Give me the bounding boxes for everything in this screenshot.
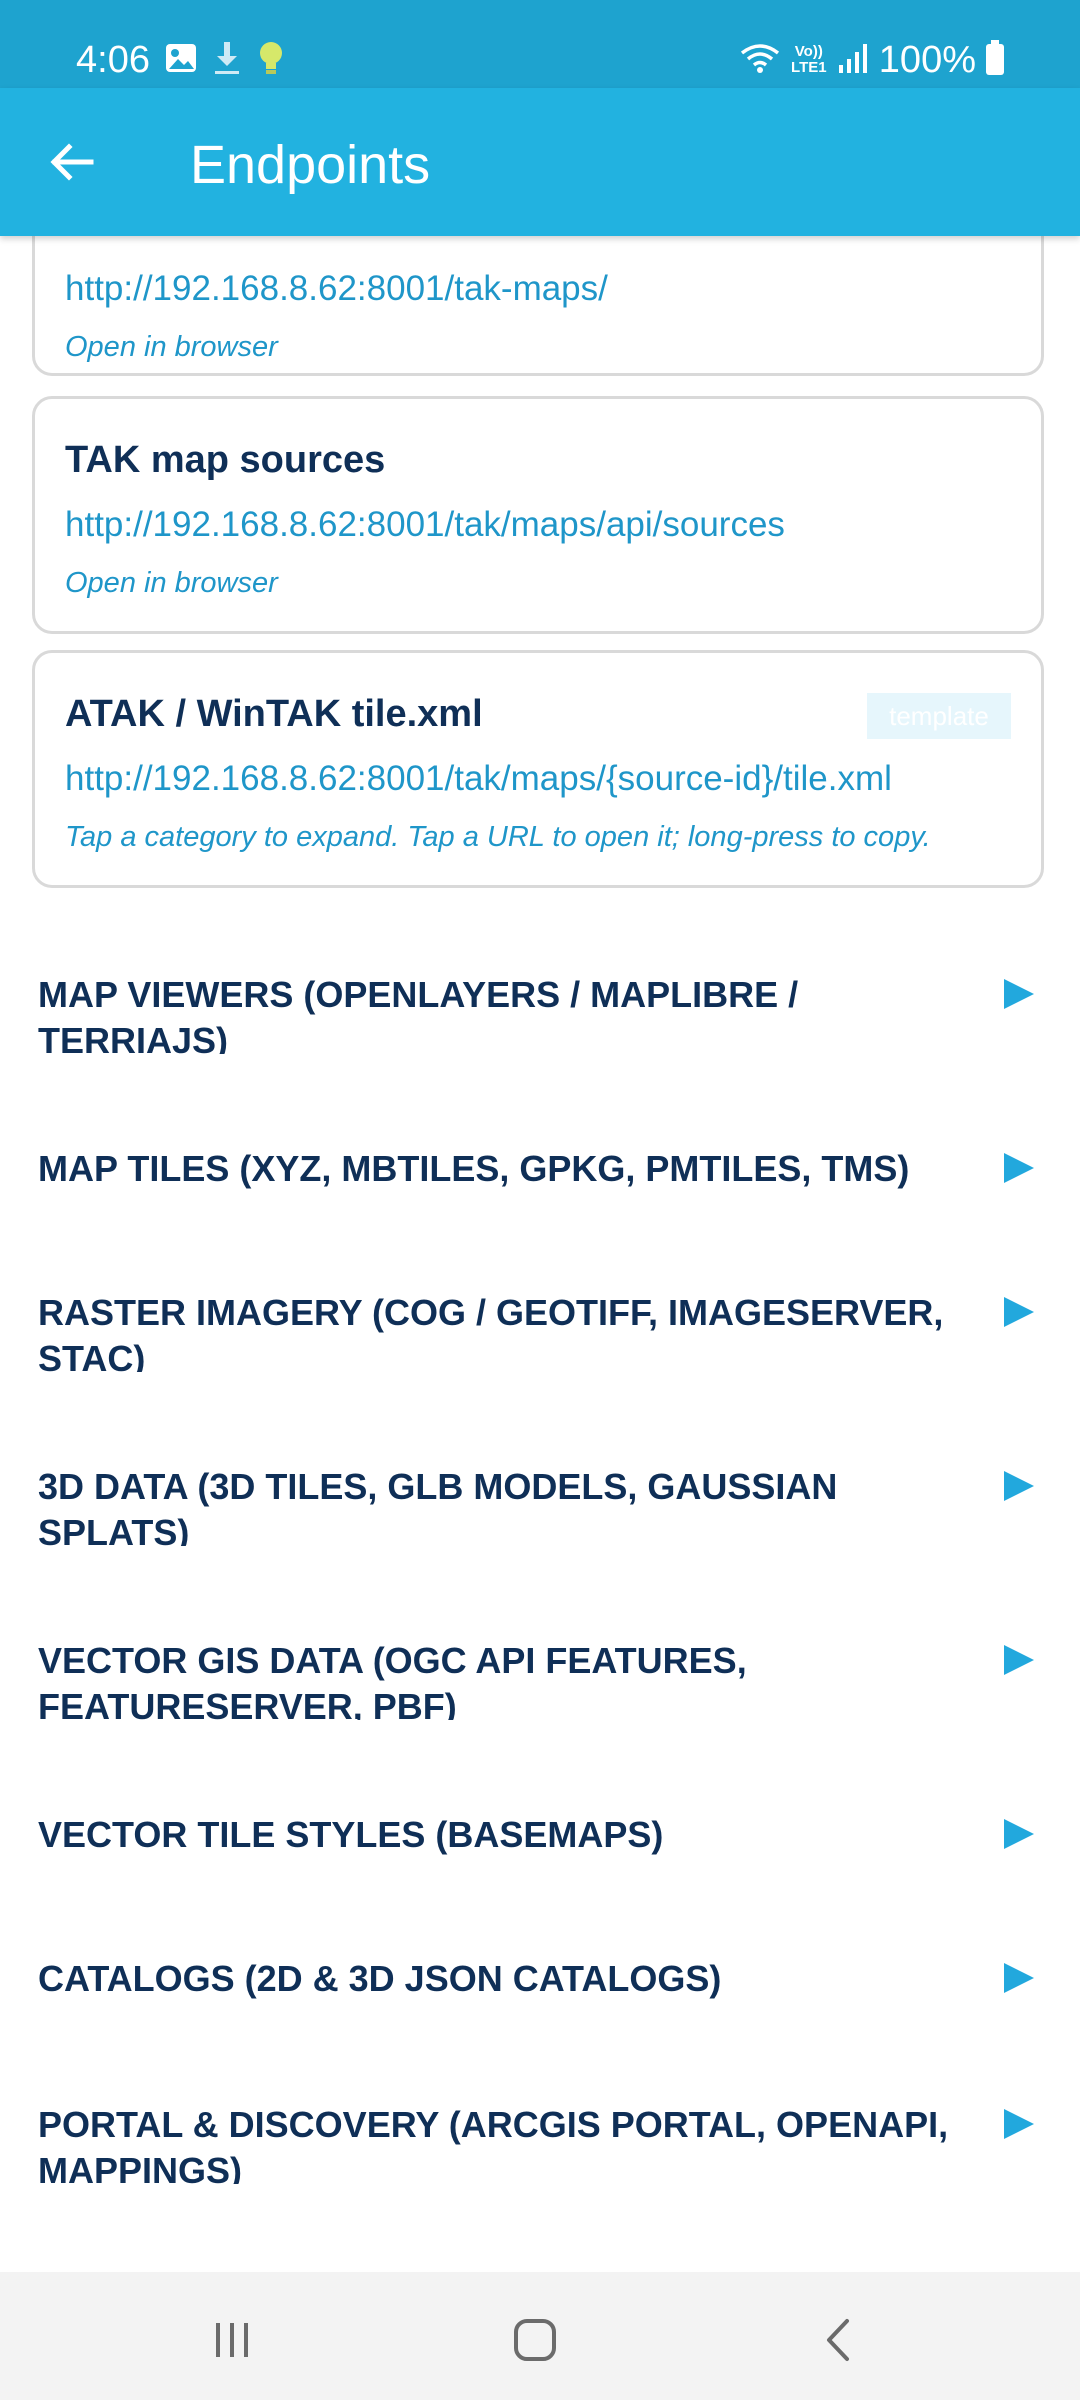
expand-arrow-icon: [1004, 1297, 1034, 1327]
template-badge: template: [867, 693, 1011, 739]
category-3d-data[interactable]: 3D DATA (3D TILES, GLB MODELS, GAUSSIAN …: [38, 1464, 1048, 1546]
endpoint-card-tile-xml: ATAK / WinTAK tile.xml template http://1…: [32, 650, 1044, 888]
status-icons-right: Vo)) LTE1 100%: [739, 38, 1006, 82]
category-label: MAP VIEWERS (OPENLAYERS / MAPLIBRE / TER…: [38, 974, 799, 1054]
expand-arrow-icon: [1004, 1963, 1034, 1993]
back-button[interactable]: [40, 130, 104, 194]
page-title: Endpoints: [190, 135, 431, 195]
expand-arrow-icon: [1004, 1645, 1034, 1675]
lte-label: Vo)) LTE1: [791, 43, 827, 76]
lightbulb-icon: [256, 39, 286, 82]
expand-arrow-icon: [1004, 979, 1034, 1009]
expand-arrow-icon: [1004, 2109, 1034, 2139]
status-icons-left: [164, 40, 286, 80]
category-label: 3D DATA (3D TILES, GLB MODELS, GAUSSIAN …: [38, 1466, 838, 1546]
endpoint-url[interactable]: http://192.168.8.62:8001/tak-maps/: [65, 269, 608, 309]
category-vector-gis-data[interactable]: VECTOR GIS DATA (OGC API FEATURES, FEATU…: [38, 1638, 1048, 1720]
image-icon: [164, 41, 198, 80]
expand-arrow-icon: [1004, 1819, 1034, 1849]
status-time: 4:06: [76, 39, 150, 81]
endpoint-title: TAK map sources: [65, 439, 386, 481]
app-bar: Endpoints: [0, 88, 1080, 236]
hint-text: Tap a category to expand. Tap a URL to o…: [65, 821, 931, 853]
category-map-viewers[interactable]: MAP VIEWERS (OPENLAYERS / MAPLIBRE / TER…: [38, 972, 1048, 1054]
endpoint-card-map-sources: TAK map sources http://192.168.8.62:8001…: [32, 396, 1044, 634]
open-in-browser-link[interactable]: Open in browser: [65, 331, 278, 364]
recents-button[interactable]: [193, 2300, 273, 2380]
endpoint-title: ATAK / WinTAK tile.xml: [65, 693, 483, 735]
battery-percent: 100%: [878, 39, 976, 81]
nav-back-button[interactable]: [800, 2300, 880, 2380]
open-in-browser-link[interactable]: Open in browser: [65, 567, 278, 600]
battery-icon: [984, 39, 1006, 82]
screen: 4:06 Vo)) LTE1 100% Endpoints http://192…: [0, 0, 1080, 2400]
download-icon: [210, 40, 244, 81]
endpoint-list[interactable]: http://192.168.8.62:8001/tak-maps/ Open …: [0, 236, 1080, 2272]
recents-icon: [216, 2323, 248, 2357]
signal-icon: [837, 41, 871, 80]
category-label: VECTOR TILE STYLES (BASEMAPS): [38, 1814, 664, 1855]
endpoint-card-tak-maps: http://192.168.8.62:8001/tak-maps/ Open …: [32, 236, 1044, 376]
expand-arrow-icon: [1004, 1153, 1034, 1183]
arrow-left-icon: [50, 143, 94, 181]
home-button[interactable]: [495, 2300, 575, 2380]
category-label: RASTER IMAGERY (COG / GEOTIFF, IMAGESERV…: [38, 1292, 944, 1372]
endpoint-url[interactable]: http://192.168.8.62:8001/tak/maps/{sourc…: [65, 759, 892, 799]
category-label: CATALOGS (2D & 3D JSON CATALOGS): [38, 1958, 722, 1999]
wifi-icon: [739, 41, 781, 80]
category-map-tiles[interactable]: MAP TILES (XYZ, MBTILES, GPKG, PMTILES, …: [38, 1146, 1048, 1228]
expand-arrow-icon: [1004, 1471, 1034, 1501]
back-icon: [827, 2319, 849, 2361]
home-icon: [514, 2319, 556, 2361]
category-raster-imagery[interactable]: RASTER IMAGERY (COG / GEOTIFF, IMAGESERV…: [38, 1290, 1048, 1372]
category-label: PORTAL & DISCOVERY (ARCGIS PORTAL, OPENA…: [38, 2104, 949, 2184]
endpoint-url[interactable]: http://192.168.8.62:8001/tak/maps/api/so…: [65, 505, 785, 545]
category-label: VECTOR GIS DATA (OGC API FEATURES, FEATU…: [38, 1640, 747, 1720]
status-bar: 4:06 Vo)) LTE1 100%: [0, 0, 1080, 88]
category-label: MAP TILES (XYZ, MBTILES, GPKG, PMTILES, …: [38, 1148, 910, 1189]
category-portal-discovery[interactable]: PORTAL & DISCOVERY (ARCGIS PORTAL, OPENA…: [38, 2102, 1048, 2184]
system-nav-bar: [0, 2272, 1080, 2400]
category-catalogs[interactable]: CATALOGS (2D & 3D JSON CATALOGS): [38, 1956, 1048, 2038]
category-vector-tile-styles[interactable]: VECTOR TILE STYLES (BASEMAPS): [38, 1812, 1048, 1894]
